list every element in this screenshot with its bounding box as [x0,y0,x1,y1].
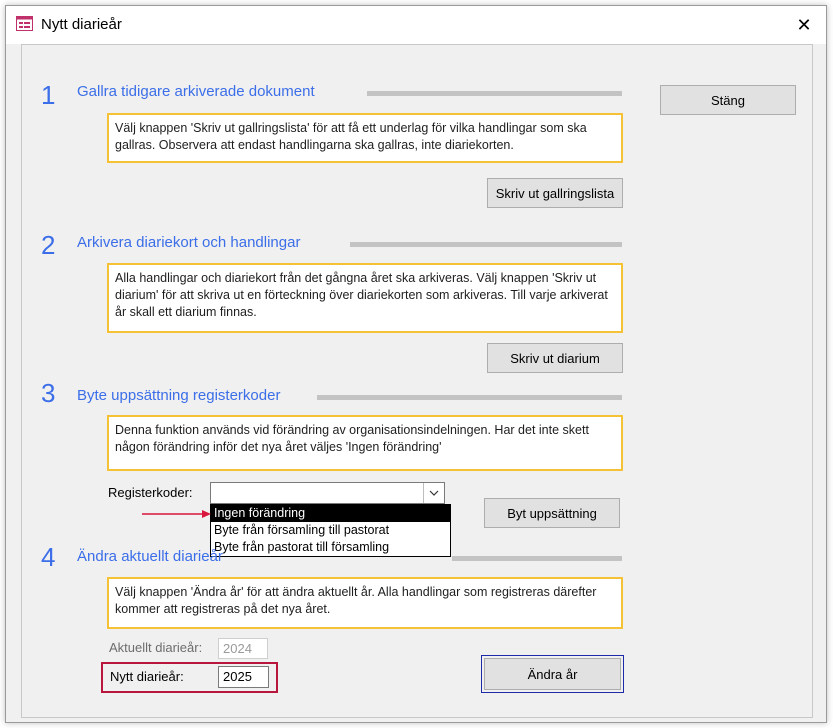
dialog-window: Nytt diarieår ✕ Stäng 1 Gallra tidigare … [5,5,827,723]
print-purge-list-button[interactable]: Skriv ut gallringslista [487,178,623,208]
section-2-divider [350,242,622,247]
section-1-title: Gallra tidigare arkiverade dokument [77,83,315,100]
dropdown-option-ingen-forandring[interactable]: Ingen förändring [211,505,450,522]
section-3-title: Byte uppsättning registerkoder [77,387,281,404]
registerkoder-combobox[interactable] [210,482,445,504]
section-3-number: 3 [41,378,56,408]
chevron-down-icon[interactable] [423,483,444,503]
section-4-number: 4 [41,542,56,572]
title-bar[interactable]: Nytt diarieår ✕ [6,6,826,44]
dropdown-option-forsamling-to-pastorat[interactable]: Byte från församling till pastorat [211,522,450,539]
section-1-description: Välj knappen 'Skriv ut gallringslista' f… [107,113,623,163]
dialog-content: Stäng 1 Gallra tidigare arkiverade dokum… [21,44,813,718]
print-diary-button[interactable]: Skriv ut diarium [487,343,623,373]
section-4-description: Välj knappen 'Ändra år' för att ändra ak… [107,577,623,629]
section-3-description: Denna funktion används vid förändring av… [107,415,623,471]
section-4-title: Ändra aktuellt diarieår [77,548,223,565]
section-2-number: 2 [41,230,56,260]
new-year-label: Nytt diarieår: [110,669,184,684]
section-1-divider [367,91,622,96]
close-icon[interactable]: ✕ [782,6,826,44]
current-year-field: 2024 [218,638,268,659]
section-2-title: Arkivera diariekort och handlingar [77,234,301,251]
change-year-button[interactable]: Ändra år [484,658,621,690]
section-3-divider [317,395,622,400]
registerkoder-label: Registerkoder: [108,485,193,500]
registerkoder-dropdown-list: Ingen förändring Byte från församling ti… [210,504,451,557]
close-button[interactable]: Stäng [660,85,796,115]
section-2-description: Alla handlingar och diariekort från det … [107,263,623,333]
form-window-icon [16,16,33,31]
section-1-number: 1 [41,80,56,110]
switch-set-button[interactable]: Byt uppsättning [484,498,620,528]
window-title: Nytt diarieår [41,16,122,33]
new-year-field[interactable]: 2025 [218,666,269,688]
red-arrow-annotation [142,510,211,518]
dropdown-option-pastorat-to-forsamling[interactable]: Byte från pastorat till församling [211,539,450,556]
section-4-divider [452,556,622,561]
current-year-label: Aktuellt diarieår: [109,640,203,655]
